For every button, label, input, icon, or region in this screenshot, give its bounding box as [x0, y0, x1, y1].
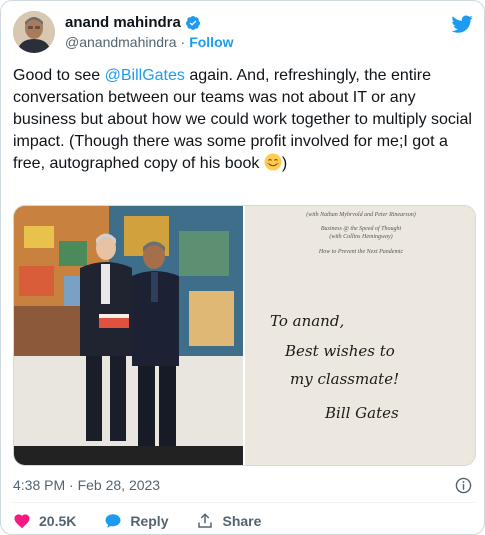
reply-button[interactable]: Reply — [104, 512, 168, 530]
follow-button[interactable]: Follow — [189, 34, 233, 50]
share-label: Share — [222, 513, 262, 529]
action-bar: 20.5K Reply Share — [13, 511, 289, 531]
inscription-line: Bill Gates — [324, 404, 399, 422]
photo-meeting[interactable] — [14, 206, 243, 465]
reply-bubble-icon — [105, 514, 121, 528]
timestamp[interactable]: 4:38 PM · Feb 28, 2023 — [13, 477, 160, 493]
handle[interactable]: @anandmahindra — [65, 34, 177, 50]
info-icon[interactable] — [455, 477, 472, 494]
inscription-line: my classmate! — [290, 370, 399, 388]
tweet-card: anand mahindra @anandmahindra · Follow G… — [0, 0, 485, 535]
twitter-bird-icon[interactable] — [451, 13, 473, 35]
name-row: anand mahindra — [65, 14, 201, 31]
heart-icon — [14, 514, 30, 529]
inscription-line: Best wishes to — [284, 342, 395, 360]
like-count: 20.5K — [39, 513, 77, 529]
photo-book-inscription[interactable]: (with Nathan Myhrvold and Peter Rinearso… — [245, 206, 475, 465]
avatar[interactable] — [13, 11, 55, 53]
inscription-line: To anand, — [270, 312, 344, 330]
like-button[interactable]: 20.5K — [13, 512, 76, 530]
handle-separator: · — [180, 34, 186, 50]
verified-badge-icon — [185, 15, 200, 30]
tweet-text-intro: Good to see — [13, 67, 105, 84]
tweet-text-close: ) — [281, 155, 288, 172]
share-upload-icon — [198, 513, 213, 528]
book-line: How to Prevent the Next Pandemic — [318, 249, 404, 255]
reply-label: Reply — [130, 513, 169, 529]
inscription-photo-image: (with Nathan Myhrvold and Peter Rinearso… — [245, 206, 475, 465]
divider — [13, 502, 475, 503]
avatar-image — [13, 11, 55, 53]
smiling-face-emoji-icon — [264, 153, 282, 171]
share-button[interactable]: Share — [196, 512, 261, 530]
book-line: (with Collins Hemingway) — [329, 233, 392, 240]
tweet-text: Good to see @BillGates again. And, refre… — [13, 65, 478, 175]
book-line: (with Nathan Myhrvold and Peter Rinearso… — [306, 211, 416, 218]
handle-row: @anandmahindra · Follow — [65, 34, 234, 50]
mention-link[interactable]: @BillGates — [105, 67, 185, 84]
display-name[interactable]: anand mahindra — [65, 14, 181, 31]
book-line: Business @ the Speed of Thought — [321, 225, 402, 232]
meeting-photo-image — [14, 206, 243, 465]
tweet-header: anand mahindra @anandmahindra · Follow — [13, 11, 473, 55]
tweet-meta: 4:38 PM · Feb 28, 2023 — [13, 477, 475, 495]
tweet-media[interactable]: (with Nathan Myhrvold and Peter Rinearso… — [13, 205, 476, 466]
